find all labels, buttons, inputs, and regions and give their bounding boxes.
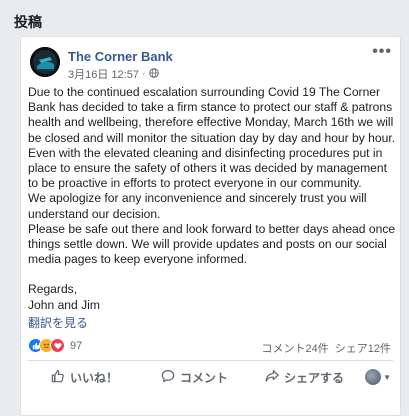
comment-icon	[161, 369, 175, 386]
page-avatar[interactable]	[30, 47, 60, 77]
engagement-stats: コメント24件 シェア12件	[262, 340, 392, 356]
section-title: 投稿	[14, 14, 42, 30]
comment-button[interactable]: コメント	[161, 369, 228, 386]
like-button[interactable]: いいね！	[51, 369, 118, 386]
comment-label: コメント	[180, 370, 229, 385]
thumbs-up-icon	[51, 369, 65, 386]
post-meta: 3月16日 12:57 ·	[68, 66, 159, 82]
post-paragraph: We apologize for any inconvenience and s…	[28, 191, 367, 221]
more-options-button[interactable]: •••	[372, 43, 392, 61]
love-reaction-icon	[50, 338, 65, 353]
post-body: Due to the continued escalation surround…	[28, 85, 400, 313]
page-name-link[interactable]: The Corner Bank	[68, 49, 173, 64]
post-paragraph: Even with the elevated cleaning and disi…	[28, 145, 387, 191]
like-label: いいね！	[70, 370, 119, 385]
avatar-image	[30, 47, 60, 77]
post-paragraph: Due to the continued escalation surround…	[28, 85, 396, 145]
user-avatar	[365, 369, 382, 385]
comments-count-link[interactable]: コメント24件	[262, 340, 329, 356]
post-paragraph: Please be safe out there and look forwar…	[28, 221, 396, 267]
share-button[interactable]: シェアする	[265, 369, 344, 386]
shares-count-link[interactable]: シェア12件	[335, 340, 391, 356]
caret-down-icon: ▼	[383, 372, 391, 382]
post-closing: Regards,	[28, 282, 78, 297]
post-actions-bar: いいね！ コメント シェアする ▼	[21, 363, 400, 391]
share-icon	[265, 369, 279, 386]
reaction-count: 97	[70, 339, 83, 352]
actions-divider	[28, 360, 393, 361]
meta-separator: ·	[141, 68, 146, 80]
share-label: シェアする	[284, 370, 345, 385]
globe-icon[interactable]	[148, 67, 159, 81]
post-card: The Corner Bank 3月16日 12:57 · ••• Due to…	[20, 36, 401, 416]
see-translation-link[interactable]: 翻訳を見る	[28, 314, 88, 331]
reaction-as-selector[interactable]: ▼	[365, 369, 391, 385]
post-signature: John and Jim	[28, 297, 100, 312]
reactions-summary[interactable]: 97	[28, 338, 82, 353]
post-timestamp[interactable]: 3月16日 12:57	[68, 66, 139, 82]
